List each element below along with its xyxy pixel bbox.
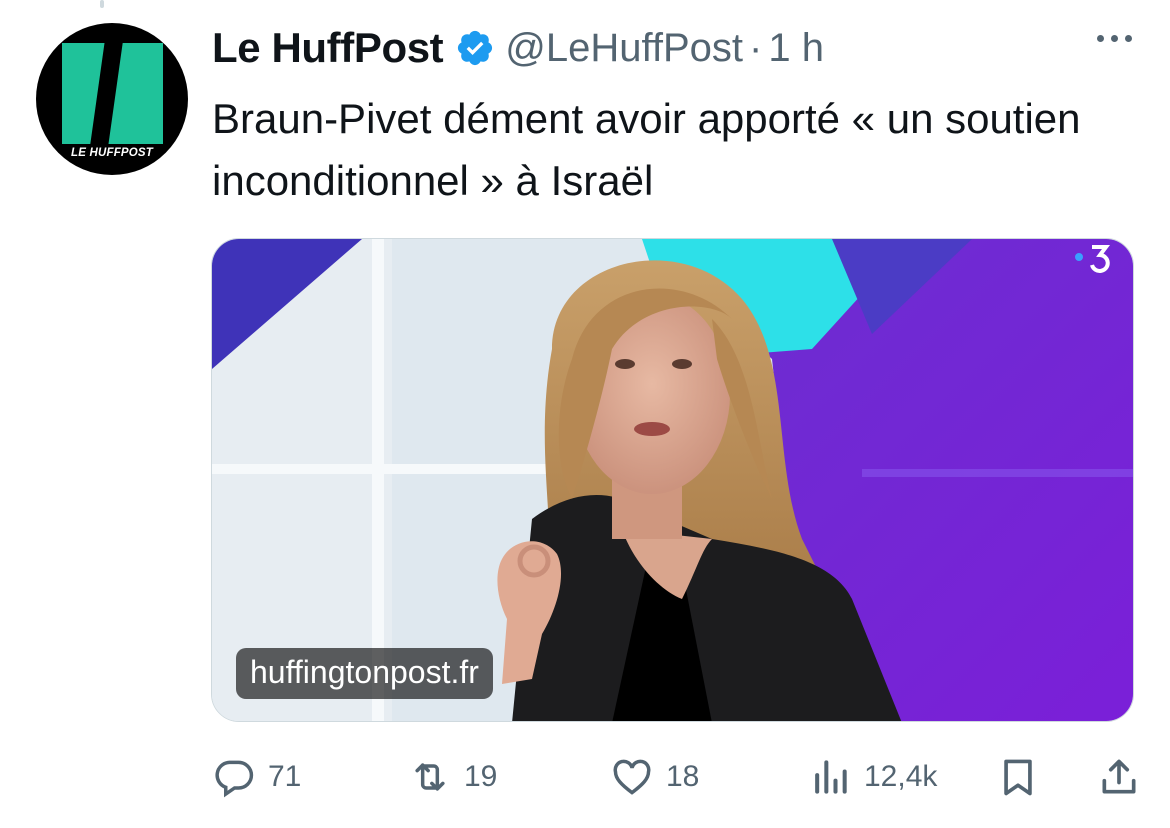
display-name[interactable]: Le HuffPost [212, 24, 444, 72]
timestamp[interactable]: 1 h [768, 26, 824, 71]
separator-dot: · [749, 25, 763, 70]
avatar[interactable]: LE HUFFPOST [36, 23, 188, 175]
views-button[interactable]: 12,4k [808, 752, 937, 802]
handle[interactable]: @LeHuffPost [505, 26, 743, 71]
like-button[interactable]: 18 [610, 752, 699, 802]
bookmark-icon [1004, 759, 1032, 796]
retweet-count: 19 [464, 760, 498, 793]
more-icon[interactable] [1097, 35, 1132, 42]
retweet-button[interactable]: 19 [408, 752, 497, 802]
bookmark-button[interactable] [996, 752, 1040, 802]
views-count: 12,4k [864, 760, 938, 793]
share-button[interactable] [1097, 752, 1141, 802]
reply-count: 71 [268, 760, 302, 793]
share-icon [1102, 759, 1136, 794]
thread-line [100, 0, 104, 8]
verified-icon[interactable] [455, 28, 495, 68]
domain-label[interactable]: huffingtonpost.fr [236, 648, 493, 699]
tweet-header: Le HuffPost @LeHuffPost · 1 h [212, 22, 824, 74]
tweet: LE HUFFPOST Le HuffPost @LeHuffPost · 1 … [0, 0, 1170, 828]
tweet-text: Braun-Pivet dément avoir apporté « un so… [212, 95, 1081, 204]
views-icon [815, 760, 847, 794]
like-count: 18 [666, 760, 700, 793]
retweet-icon [415, 763, 445, 791]
huffpost-logo [62, 36, 163, 158]
action-bar: 71 19 18 12,4k [212, 752, 1142, 802]
avatar-wordmark: LE HUFFPOST [70, 147, 154, 159]
media-card[interactable]: huffingtonpost.fr [211, 238, 1134, 722]
like-icon [613, 759, 651, 795]
reply-icon [215, 760, 254, 798]
reply-button[interactable]: 71 [212, 752, 301, 802]
